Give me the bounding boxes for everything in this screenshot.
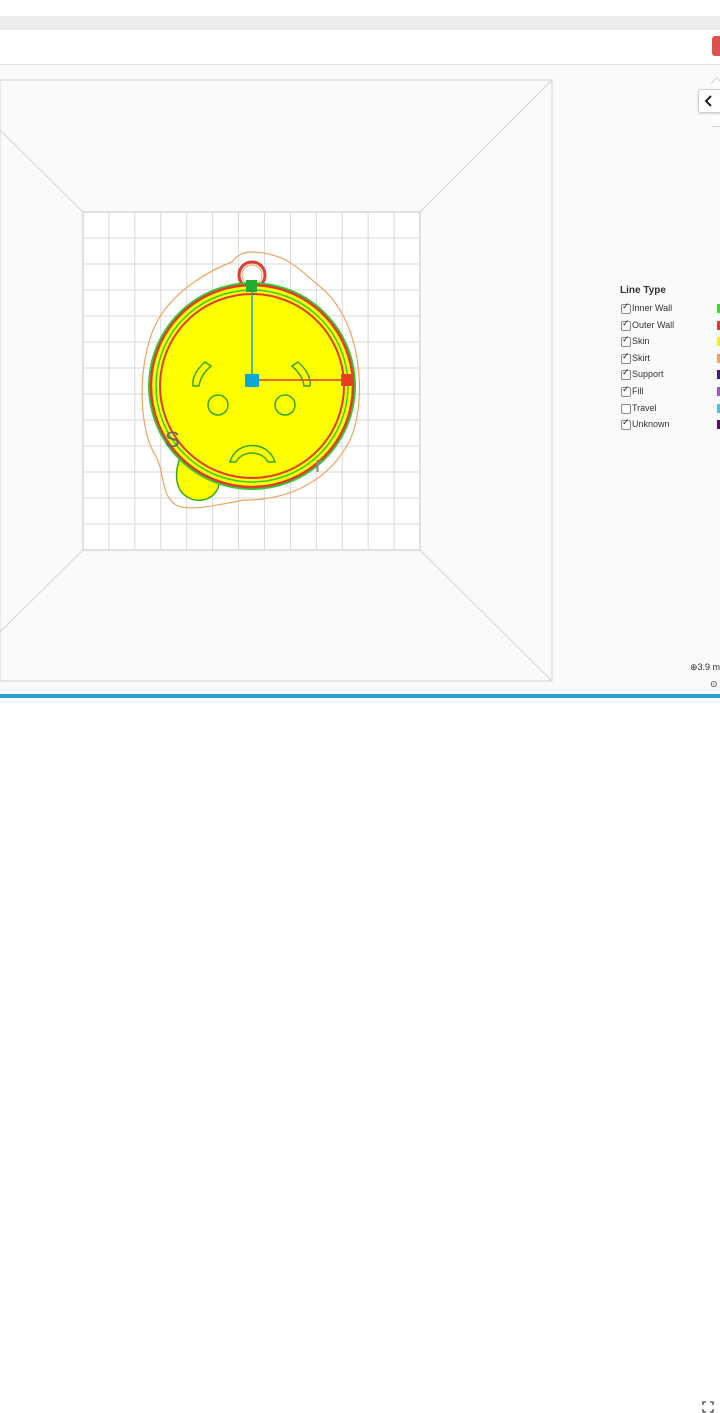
legend-label: Skin <box>632 336 650 347</box>
legend-item-support[interactable]: Support <box>620 368 720 385</box>
print-bed-scene[interactable]: S r <box>0 65 720 695</box>
legend-item-inner-wall[interactable]: Inner Wall <box>620 302 720 319</box>
legend-item-unknown[interactable]: Unknown <box>620 418 720 435</box>
legend-item-outer-wall[interactable]: Outer Wall <box>620 319 720 336</box>
fullscreen-icon[interactable] <box>702 1401 714 1413</box>
filament-icon: ⊕ <box>690 662 698 672</box>
legend-label: Skirt <box>632 352 650 363</box>
legend-checkbox[interactable] <box>621 302 631 314</box>
legend-checkbox[interactable] <box>621 403 631 414</box>
legend-label: Outer Wall <box>632 319 675 330</box>
gcode-viewport[interactable]: S r <box>0 65 720 695</box>
legend-title: Line Type <box>620 285 666 296</box>
close-button[interactable] <box>712 36 720 56</box>
gizmo-center-handle <box>245 374 259 387</box>
legend-label: Fill <box>632 385 644 396</box>
footer <box>0 698 720 1413</box>
legend-checkbox[interactable] <box>621 335 631 348</box>
filament-length: ⊕3.9 m <box>690 662 720 673</box>
legend-label: Travel <box>632 402 657 413</box>
watermark-left: S <box>165 427 180 452</box>
left-eye <box>207 394 229 416</box>
legend-checkbox[interactable] <box>621 319 631 331</box>
legend-label: Inner Wall <box>632 303 673 313</box>
legend-checkbox[interactable] <box>621 418 631 431</box>
legend-list: Inner Wall Outer Wall Skin Skirt Support Fill… <box>620 302 720 435</box>
right-eye <box>274 394 296 416</box>
legend-item-skirt[interactable]: Skirt <box>620 352 720 369</box>
filament-length-value: 3.9 m <box>697 662 720 672</box>
gizmo-x-handle <box>341 374 354 386</box>
line-type-legend: Line Type Inner Wall Outer Wall Skin Skirt S… <box>620 285 720 435</box>
legend-checkbox[interactable] <box>621 352 631 364</box>
legend-label: Unknown <box>632 419 670 430</box>
legend-checkbox[interactable] <box>621 368 631 381</box>
browser-toolbar <box>0 16 720 30</box>
view-nav-bottom[interactable] <box>712 116 720 127</box>
clock-icon: ⊙ <box>710 679 718 689</box>
top-strip <box>0 0 720 16</box>
legend-item-travel[interactable]: Travel <box>620 402 720 419</box>
watermark-right: r <box>315 452 322 477</box>
view-nav-button[interactable] <box>698 89 720 113</box>
chevron-left-icon <box>704 95 712 107</box>
legend-item-fill[interactable]: Fill <box>620 385 720 402</box>
viewer-header <box>0 30 720 65</box>
gizmo-y-handle <box>246 280 257 292</box>
legend-checkbox[interactable] <box>621 385 631 397</box>
legend-item-skin[interactable]: Skin <box>620 335 720 352</box>
legend-label: Support <box>632 369 664 380</box>
